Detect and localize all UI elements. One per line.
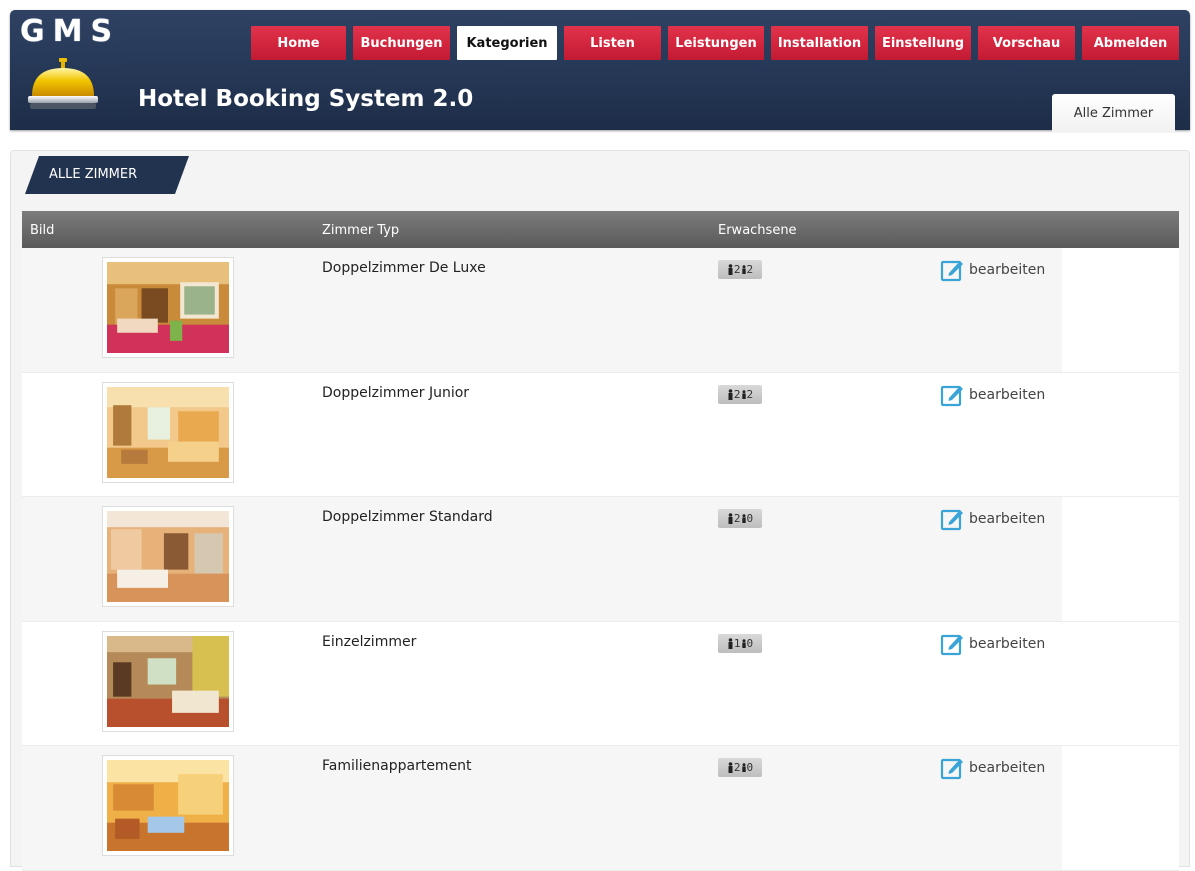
column-header-bild: Bild	[30, 223, 55, 238]
edit-button[interactable]: bearbeiten	[940, 383, 1045, 407]
nav-listen[interactable]: Listen	[564, 26, 661, 60]
edit-button[interactable]: bearbeiten	[940, 632, 1045, 656]
room-photo	[107, 760, 229, 851]
person-icon	[728, 762, 733, 773]
room-thumbnail[interactable]	[102, 630, 234, 732]
nav-einstellung[interactable]: Einstellung	[875, 26, 971, 60]
table-row: Doppelzimmer De Luxe 22 bearbeiten	[22, 248, 1179, 373]
edit-button[interactable]: bearbeiten	[940, 507, 1045, 531]
nav-vorschau[interactable]: Vorschau	[978, 26, 1075, 60]
table-row: Familienappartement 20 bearbeiten	[22, 746, 1179, 871]
room-thumbnail[interactable]	[102, 257, 234, 358]
occupancy-badge: 22	[718, 384, 762, 404]
nav-installation[interactable]: Installation	[771, 26, 868, 60]
nav-home[interactable]: Home	[251, 26, 346, 60]
children-count: 2	[746, 387, 754, 401]
edit-icon	[940, 385, 963, 406]
adults-count: 2	[733, 512, 741, 525]
adults-count: 1	[733, 636, 741, 650]
table-row: Einzelzimmer 10 bearbeiten	[22, 621, 1179, 746]
person-icon	[728, 637, 733, 649]
person-icon	[728, 513, 733, 524]
room-type-name: Familienappartement	[322, 758, 472, 774]
adults-count: 2	[733, 263, 741, 276]
room-type-name: Doppelzimmer Junior	[322, 384, 470, 401]
nav-leistungen[interactable]: Leistungen	[668, 26, 764, 60]
app-title: Hotel Booking System 2.0	[138, 86, 474, 112]
section-title: ALLE ZIMMER	[25, 156, 189, 194]
room-photo	[107, 511, 229, 602]
children-count: 0	[746, 761, 754, 774]
edit-label[interactable]: bearbeiten	[969, 636, 1045, 652]
edit-label[interactable]: bearbeiten	[969, 262, 1045, 278]
main-navigation: Home Buchungen Kategorien Listen Leistun…	[10, 26, 1190, 60]
edit-icon	[940, 509, 963, 531]
edit-icon	[940, 758, 963, 780]
nav-buchungen[interactable]: Buchungen	[353, 26, 450, 60]
occupancy-badge: 10	[718, 633, 762, 653]
table-row: Doppelzimmer Junior 22 bearbeiten	[22, 372, 1179, 497]
edit-button[interactable]: bearbeiten	[940, 756, 1045, 780]
occupancy-badge: 20	[718, 509, 762, 528]
tab-alle-zimmer[interactable]: Alle Zimmer	[1052, 94, 1175, 132]
room-photo	[107, 262, 229, 353]
occupancy-badge: 22	[718, 260, 762, 279]
room-thumbnail[interactable]	[102, 506, 234, 607]
edit-button[interactable]: bearbeiten	[940, 258, 1045, 282]
room-thumbnail[interactable]	[102, 381, 234, 483]
column-header-zimmer-typ: Zimmer Typ	[322, 223, 400, 238]
edit-label[interactable]: bearbeiten	[969, 760, 1045, 776]
children-count: 2	[746, 263, 754, 276]
nav-abmelden[interactable]: Abmelden	[1082, 26, 1179, 60]
edit-label[interactable]: bearbeiten	[969, 511, 1045, 527]
adults-count: 2	[733, 761, 741, 774]
children-count: 0	[746, 636, 754, 650]
room-type-name: Doppelzimmer De Luxe	[322, 260, 486, 276]
edit-icon	[940, 260, 963, 282]
section-title-text: ALLE ZIMMER	[49, 167, 138, 182]
children-count: 0	[746, 512, 754, 525]
table-row: Doppelzimmer Standard 20 bearbeiten	[22, 497, 1179, 622]
app-header: GMS Hotel Booking System 2.0 Home Buchun…	[10, 10, 1190, 132]
adults-count: 2	[733, 387, 741, 401]
room-thumbnail[interactable]	[102, 755, 234, 856]
edit-icon	[940, 634, 963, 655]
room-photo	[107, 635, 229, 727]
room-type-name: Einzelzimmer	[322, 633, 417, 650]
person-icon	[728, 388, 733, 400]
room-photo	[107, 386, 229, 478]
column-header-erwachsene: Erwachsene	[718, 223, 797, 238]
nav-kategorien[interactable]: Kategorien	[457, 26, 557, 60]
table-header: Bild Zimmer Typ Erwachsene	[22, 211, 1179, 248]
rooms-table: Bild Zimmer Typ Erwachsene Doppelzimmer …	[22, 211, 1179, 871]
room-type-name: Doppelzimmer Standard	[322, 509, 493, 525]
edit-label[interactable]: bearbeiten	[969, 387, 1045, 403]
occupancy-badge: 20	[718, 758, 762, 777]
person-icon	[728, 264, 733, 275]
hotel-bell-icon	[28, 58, 98, 109]
